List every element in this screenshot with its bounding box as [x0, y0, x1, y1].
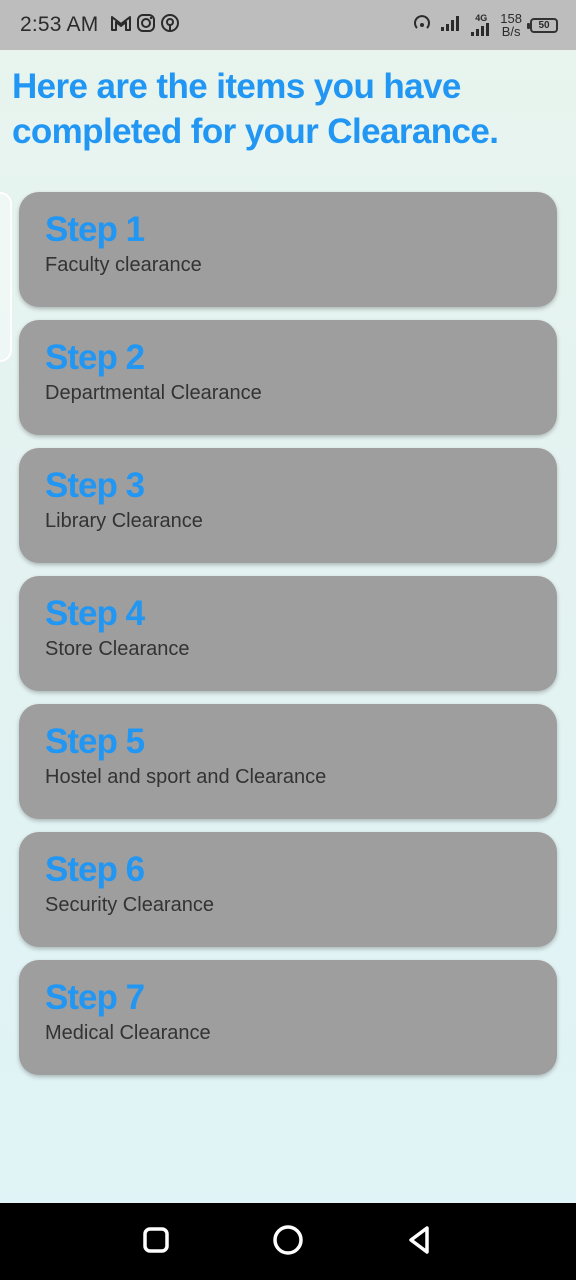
- notification-icons: [110, 13, 180, 37]
- step-card-5[interactable]: Step 5 Hostel and sport and Clearance: [19, 704, 557, 819]
- signal-icon: [440, 14, 462, 36]
- step-description: Hostel and sport and Clearance: [45, 766, 327, 788]
- step-card-6[interactable]: Step 6 Security Clearance: [19, 832, 557, 947]
- system-nav-bar: [0, 1203, 576, 1280]
- step-title: Step 3: [45, 466, 145, 505]
- step-title: Step 5: [45, 722, 145, 761]
- battery-level: 50: [538, 19, 550, 31]
- step-title: Step 6: [45, 850, 145, 889]
- step-card-4[interactable]: Step 4 Store Clearance: [19, 576, 557, 691]
- page-title: Here are the items you have completed fo…: [12, 67, 499, 151]
- status-left: 2:53 AM: [20, 13, 180, 37]
- recents-icon: [142, 1226, 170, 1258]
- step-description: Faculty clearance: [45, 254, 202, 276]
- steps-list: Step 1 Faculty clearance Step 2 Departme…: [19, 192, 557, 1088]
- wifi-hotspot-icon: [412, 13, 432, 37]
- back-icon: [405, 1225, 435, 1259]
- network-type-label: 4G: [475, 12, 488, 23]
- step-title: Step 7: [45, 978, 145, 1017]
- step-card-1[interactable]: Step 1 Faculty clearance: [19, 192, 557, 307]
- home-icon: [272, 1224, 304, 1260]
- step-card-2[interactable]: Step 2 Departmental Clearance: [19, 320, 557, 435]
- signal-4g-icon: 4G: [470, 12, 492, 37]
- instagram-icon: [136, 13, 156, 37]
- back-button[interactable]: [400, 1222, 440, 1262]
- step-description: Library Clearance: [45, 510, 203, 532]
- gmail-icon: [110, 14, 132, 36]
- status-right: 4G 158 B/s 50: [412, 12, 558, 38]
- step-title: Step 2: [45, 338, 145, 377]
- edge-drawer-handle[interactable]: [0, 192, 12, 362]
- battery-icon: 50: [527, 17, 558, 33]
- network-speed-unit: B/s: [501, 24, 521, 39]
- step-card-3[interactable]: Step 3 Library Clearance: [19, 448, 557, 563]
- step-description: Security Clearance: [45, 894, 214, 916]
- status-bar: 2:53 AM 4G 158 B/s 50: [0, 0, 576, 50]
- recents-button[interactable]: [136, 1222, 176, 1262]
- home-button[interactable]: [268, 1222, 308, 1262]
- network-speed: 158 B/s: [500, 12, 522, 38]
- step-title: Step 1: [45, 210, 145, 249]
- step-description: Departmental Clearance: [45, 382, 262, 404]
- step-title: Step 4: [45, 594, 145, 633]
- status-time: 2:53 AM: [20, 13, 99, 36]
- step-description: Medical Clearance: [45, 1022, 211, 1044]
- step-card-7[interactable]: Step 7 Medical Clearance: [19, 960, 557, 1075]
- step-description: Store Clearance: [45, 638, 190, 660]
- hotspot-icon: [160, 13, 180, 37]
